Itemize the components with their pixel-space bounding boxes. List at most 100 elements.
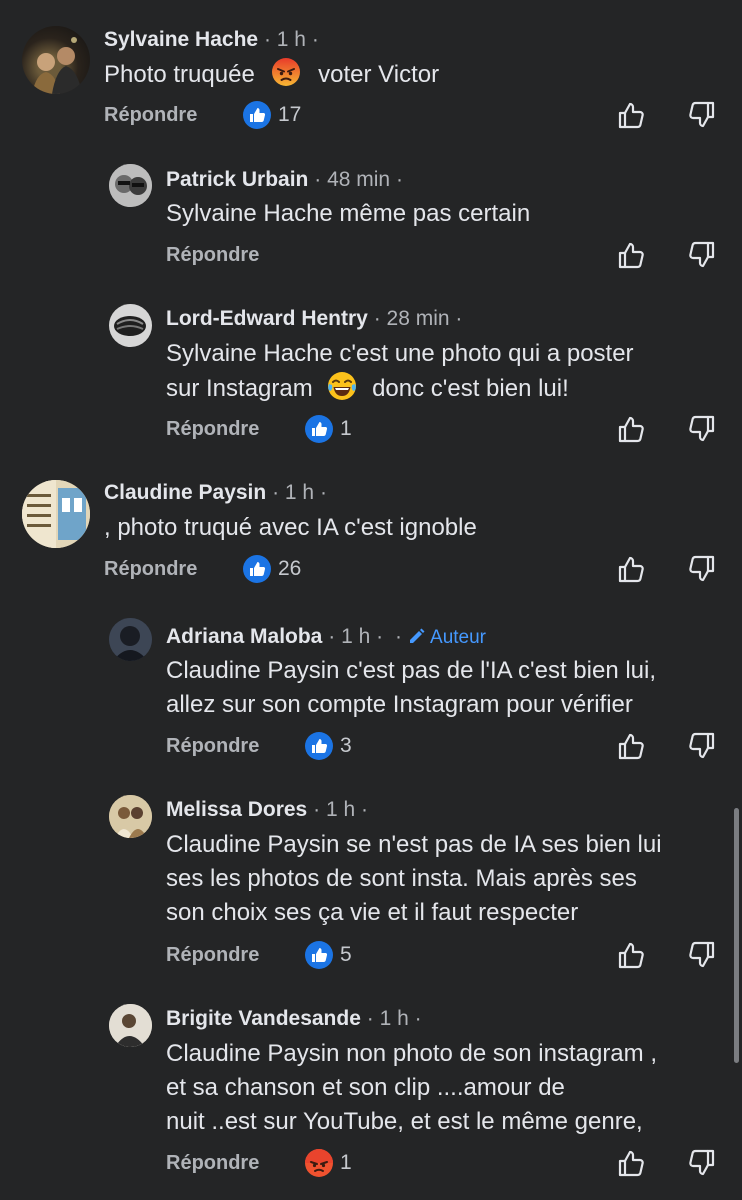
- comment-actions: Répondre 3: [0, 729, 742, 763]
- thumbs-up-outline-icon[interactable]: [617, 554, 647, 584]
- reply-button[interactable]: Répondre: [166, 1146, 259, 1180]
- timestamp[interactable]: 1 h: [341, 625, 370, 648]
- thumbs-up-outline-icon[interactable]: [617, 100, 647, 130]
- timestamp[interactable]: 1 h: [285, 481, 314, 504]
- comment-text: ses les photos de sont insta. Mais après…: [166, 865, 637, 892]
- comment-text: sur Instagram donc c'est bien lui!: [166, 371, 569, 406]
- comment-text: Claudine Paysin se n'est pas de IA ses b…: [166, 831, 662, 858]
- laughing-emoji-icon: [327, 371, 357, 401]
- reply-button[interactable]: Répondre: [166, 938, 259, 972]
- comment-header: Brigite Vandesande · 1 h ·: [166, 1006, 422, 1032]
- avatar[interactable]: [109, 1004, 152, 1047]
- timestamp[interactable]: 1 h: [277, 28, 306, 51]
- angry-reaction-icon[interactable]: [305, 1149, 333, 1177]
- avatar[interactable]: [109, 164, 152, 207]
- author-name[interactable]: Adriana Maloba: [166, 625, 322, 648]
- thumbs-up-outline-icon[interactable]: [617, 414, 647, 444]
- timestamp[interactable]: 1 h: [326, 798, 355, 821]
- avatar-photo: [32, 37, 82, 94]
- separator: ·: [328, 625, 336, 648]
- comment-text-part: sur Instagram: [166, 375, 313, 402]
- thumbs-down-outline-icon[interactable]: [686, 731, 716, 761]
- comment-actions: Répondre: [0, 238, 742, 272]
- comment-text: et sa chanson et son clip ....amour de: [166, 1074, 565, 1101]
- comment-text: , photo truqué avec IA c'est ignoble: [104, 514, 477, 541]
- like-reaction-icon[interactable]: [305, 941, 333, 969]
- comment-header: Lord-Edward Hentry · 28 min ·: [166, 306, 462, 332]
- reply-button[interactable]: Répondre: [104, 98, 197, 132]
- thumbs-up-outline-icon[interactable]: [617, 240, 647, 270]
- thumbs-down-outline-icon[interactable]: [686, 940, 716, 970]
- reaction-count[interactable]: 5: [340, 938, 352, 972]
- avatar-photo: [109, 795, 152, 838]
- thumbs-up-outline-icon[interactable]: [617, 731, 647, 761]
- comment-text: Sylvaine Hache c'est une photo qui a pos…: [166, 340, 634, 367]
- avatar[interactable]: [109, 618, 152, 661]
- thumbs-up-outline-icon[interactable]: [617, 1148, 647, 1178]
- separator: ·: [313, 798, 321, 821]
- separator: ·: [455, 307, 463, 330]
- thumbs-down-outline-icon[interactable]: [686, 240, 716, 270]
- like-reaction-icon[interactable]: [305, 732, 333, 760]
- comment-text-part: voter Victor: [318, 61, 440, 88]
- separator: ·: [376, 625, 384, 648]
- comment-text: Claudine Paysin c'est pas de l'IA c'est …: [166, 657, 657, 684]
- comment-text: allez sur son compte Instagram pour véri…: [166, 691, 633, 718]
- separator: ·: [414, 1007, 422, 1030]
- avatar-photo: [109, 164, 152, 207]
- avatar[interactable]: [109, 795, 152, 838]
- comment-text: nuit ..est sur YouTube, et est le même g…: [166, 1108, 643, 1135]
- thumbs-down-outline-icon[interactable]: [686, 1148, 716, 1178]
- reaction-count[interactable]: 17: [278, 98, 301, 132]
- avatar-photo: [109, 618, 152, 661]
- reaction-count[interactable]: 1: [340, 1146, 352, 1180]
- avatar-photo: [22, 480, 90, 548]
- separator: ·: [394, 625, 402, 648]
- comment-header: Sylvaine Hache · 1 h ·: [104, 27, 319, 53]
- reply-button[interactable]: Répondre: [104, 552, 197, 586]
- author-badge-label: Auteur: [430, 627, 487, 648]
- separator: ·: [263, 28, 271, 51]
- avatar-photo: [109, 1004, 152, 1047]
- author-name[interactable]: Brigite Vandesande: [166, 1007, 361, 1030]
- reply-button[interactable]: Répondre: [166, 412, 259, 446]
- author-name[interactable]: Sylvaine Hache: [104, 28, 258, 51]
- reaction-count[interactable]: 3: [340, 729, 352, 763]
- author-name[interactable]: Melissa Dores: [166, 798, 307, 821]
- comment-text: Photo truquée voter Victor: [104, 57, 439, 92]
- comment-text: Sylvaine Hache même pas certain: [166, 200, 531, 227]
- reaction-count[interactable]: 26: [278, 552, 301, 586]
- separator: ·: [395, 168, 403, 191]
- author-name[interactable]: Patrick Urbain: [166, 168, 308, 191]
- thumbs-down-outline-icon[interactable]: [686, 414, 716, 444]
- like-reaction-icon[interactable]: [243, 555, 271, 583]
- comment-actions: Répondre 1: [0, 1146, 742, 1180]
- timestamp[interactable]: 48 min: [327, 168, 390, 191]
- separator: ·: [272, 481, 280, 504]
- avatar[interactable]: [109, 304, 152, 347]
- separator: ·: [319, 481, 327, 504]
- like-reaction-icon[interactable]: [243, 101, 271, 129]
- comment-text: son choix ses ça vie et il faut respecte…: [166, 899, 579, 926]
- scrollbar[interactable]: [734, 808, 739, 1063]
- comment-text: Claudine Paysin non photo de son instagr…: [166, 1040, 657, 1067]
- comment-header: Claudine Paysin · 1 h ·: [104, 480, 327, 506]
- thumbs-down-outline-icon[interactable]: [686, 554, 716, 584]
- avatar-photo: [109, 304, 152, 347]
- timestamp[interactable]: 28 min: [387, 307, 450, 330]
- pencil-icon: [409, 628, 425, 643]
- reply-button[interactable]: Répondre: [166, 729, 259, 763]
- thumbs-down-outline-icon[interactable]: [686, 100, 716, 130]
- avatar[interactable]: [22, 26, 90, 94]
- author-name[interactable]: Lord-Edward Hentry: [166, 307, 368, 330]
- author-name[interactable]: Claudine Paysin: [104, 481, 266, 504]
- avatar[interactable]: [22, 480, 90, 548]
- comment-text-part: donc c'est bien lui!: [372, 375, 569, 402]
- timestamp[interactable]: 1 h: [380, 1007, 409, 1030]
- comment-header: Melissa Dores · 1 h ·: [166, 797, 368, 823]
- thumbs-up-outline-icon[interactable]: [617, 940, 647, 970]
- separator: ·: [314, 168, 322, 191]
- reaction-count[interactable]: 1: [340, 412, 352, 446]
- like-reaction-icon[interactable]: [305, 415, 333, 443]
- reply-button[interactable]: Répondre: [166, 238, 259, 272]
